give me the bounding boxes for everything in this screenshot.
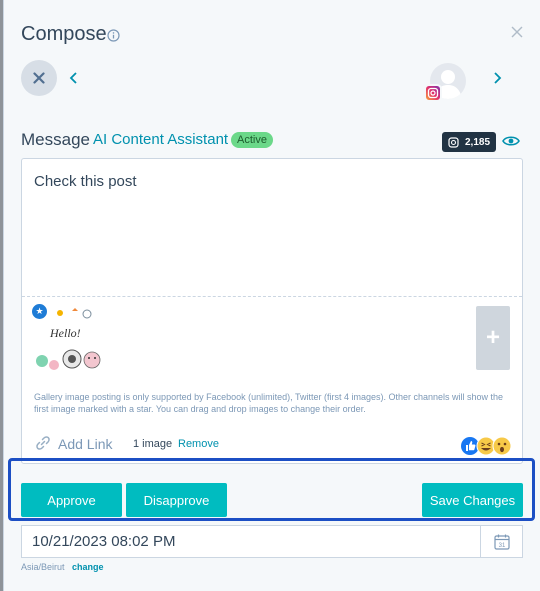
approve-button[interactable]: Approve — [21, 483, 122, 517]
status-badge: Active — [231, 132, 273, 148]
timezone-change-link[interactable]: change — [72, 562, 104, 572]
info-circle-icon[interactable] — [107, 29, 120, 42]
calendar-icon: 31 — [493, 534, 510, 550]
instagram-icon — [448, 136, 459, 148]
remove-image-link[interactable]: Remove — [178, 438, 219, 450]
remove-profile-button[interactable] — [21, 60, 57, 96]
link-icon[interactable] — [35, 435, 51, 451]
add-link-button[interactable]: Add Link — [58, 436, 112, 452]
reactions-emoji-icon[interactable] — [459, 435, 513, 457]
calendar-button[interactable]: 31 — [481, 525, 523, 558]
message-label: Message — [21, 130, 90, 149]
chevron-right-icon[interactable] — [490, 71, 504, 85]
message-editor[interactable]: Check this post Hello! ★ + Gallery image… — [21, 158, 523, 464]
star-icon: ★ — [32, 304, 47, 319]
add-media-button[interactable]: + — [476, 306, 510, 370]
instagram-char-count: 2,185 — [442, 132, 496, 152]
close-icon[interactable] — [510, 25, 524, 39]
svg-text:Hello!: Hello! — [49, 326, 81, 340]
svg-text:31: 31 — [498, 543, 505, 549]
image-count: 1 image — [133, 438, 173, 450]
schedule-datetime-input[interactable]: 10/21/2023 08:02 PM — [21, 525, 481, 558]
divider — [22, 296, 522, 297]
compose-modal: Compose Message AI Content Assistant Act… — [3, 0, 540, 591]
char-count-value: 2,185 — [465, 136, 491, 148]
ai-content-assistant-link[interactable]: AI Content Assistant — [93, 131, 228, 148]
timezone-label: Asia/Beirut — [21, 562, 65, 572]
chevron-left-icon[interactable] — [67, 71, 81, 85]
eye-icon[interactable] — [502, 134, 520, 148]
page-title: Compose — [21, 23, 107, 45]
gallery-note: Gallery image posting is only supported … — [34, 392, 504, 414]
disapprove-button[interactable]: Disapprove — [126, 483, 227, 517]
instagram-icon — [424, 84, 442, 102]
save-changes-button[interactable]: Save Changes — [422, 483, 523, 517]
x-icon — [33, 72, 45, 84]
message-text[interactable]: Check this post — [34, 173, 137, 190]
